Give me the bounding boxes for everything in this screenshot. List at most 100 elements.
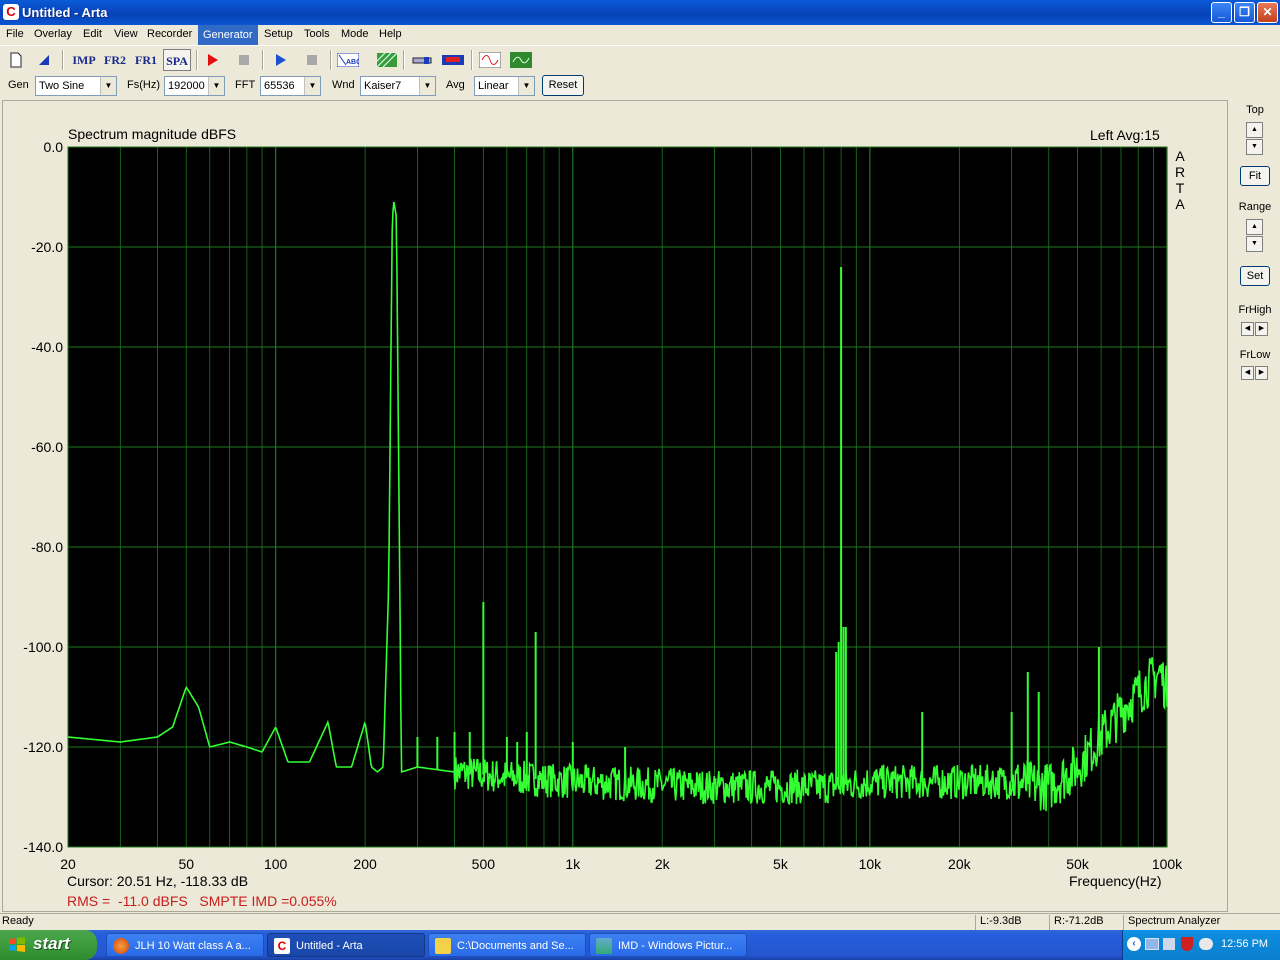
fr1-mode-button[interactable]: FR1: [132, 49, 160, 71]
chevron-down-icon[interactable]: ▼: [518, 77, 534, 95]
fit-button[interactable]: Fit: [1240, 166, 1270, 186]
generator-play-icon[interactable]: [269, 49, 293, 71]
generator-stop-icon[interactable]: [300, 49, 324, 71]
sine-scope-icon[interactable]: [478, 49, 502, 71]
folder-icon: [435, 938, 451, 954]
green-hatch-icon[interactable]: [370, 49, 399, 71]
abc-marker-icon[interactable]: ABC: [336, 49, 361, 71]
menu-view[interactable]: View: [112, 28, 140, 40]
windows-logo-icon: [9, 937, 25, 952]
set-button[interactable]: Set: [1240, 266, 1270, 286]
taskbar: start JLH 10 Watt class A a... C Untitle…: [0, 930, 1280, 960]
status-left-level: L:-9.3dB: [975, 915, 1047, 930]
close-button[interactable]: ✕: [1257, 2, 1278, 23]
fft-select[interactable]: 65536 ▼: [260, 76, 321, 96]
spa-mode-button[interactable]: SPA: [163, 49, 191, 71]
minimize-button[interactable]: _: [1211, 2, 1232, 23]
plot-area: [67, 146, 1168, 848]
new-file-icon[interactable]: [4, 49, 28, 71]
menu-file[interactable]: File: [4, 28, 26, 40]
volume-icon[interactable]: [1163, 938, 1175, 950]
chevron-down-icon[interactable]: ▼: [304, 77, 320, 95]
fs-label: Fs(Hz): [127, 79, 160, 91]
status-bar: Ready L:-9.3dB R:-71.2dB Spectrum Analyz…: [0, 913, 1280, 930]
task-arta[interactable]: C Untitled - Arta: [267, 933, 425, 957]
status-mode: Spectrum Analyzer: [1123, 915, 1273, 930]
arta-window: C Untitled - Arta _ ❐ ✕ File Overlay Edi…: [0, 0, 1280, 930]
menu-tools[interactable]: Tools: [302, 28, 332, 40]
toolbar-separator: [403, 50, 405, 70]
wnd-select[interactable]: Kaiser7 ▼: [360, 76, 436, 96]
y-tick-label: -60.0: [31, 439, 63, 455]
chevron-down-icon[interactable]: ▼: [208, 77, 224, 95]
frlow-right-arrow-icon[interactable]: ▶: [1255, 366, 1268, 380]
menu-generator[interactable]: Generator: [198, 25, 258, 45]
open-file-icon[interactable]: [32, 49, 56, 71]
y-tick-label: 0.0: [44, 139, 64, 155]
svg-text:ABC: ABC: [346, 59, 359, 66]
fr2-mode-button[interactable]: FR2: [101, 49, 129, 71]
top-up-arrow-icon[interactable]: ▲: [1246, 122, 1263, 138]
chevron-left-icon[interactable]: ‹: [1127, 937, 1141, 951]
plot-panel: Spectrum magnitude dBFS Left Avg:15 Curs…: [2, 100, 1228, 912]
x-tick-label: 50: [178, 856, 194, 872]
status-right-level: R:-71.2dB: [1049, 915, 1121, 930]
meter-icon[interactable]: [441, 49, 465, 71]
network-icon[interactable]: [1145, 938, 1159, 950]
record-stop-icon[interactable]: [232, 49, 256, 71]
chevron-down-icon[interactable]: ▼: [419, 77, 435, 95]
menu-overlay[interactable]: Overlay: [32, 28, 74, 40]
top-label: Top: [1246, 104, 1264, 116]
top-down-arrow-icon[interactable]: ▼: [1246, 139, 1263, 155]
x-tick-label: 10k: [859, 856, 883, 872]
window-title: Untitled - Arta: [22, 5, 108, 20]
start-button[interactable]: start: [0, 930, 97, 960]
arta-icon: C: [274, 938, 290, 954]
menu-recorder[interactable]: Recorder: [145, 28, 194, 40]
green-scope-icon[interactable]: [509, 49, 533, 71]
frhigh-label: FrHigh: [1238, 304, 1272, 316]
record-play-icon[interactable]: [201, 49, 225, 71]
toolbar: IMP FR2 FR1 SPA ABC: [0, 45, 1280, 72]
menu-mode[interactable]: Mode: [339, 28, 371, 40]
y-tick-label: -120.0: [23, 739, 63, 755]
x-tick-label: 50k: [1066, 856, 1090, 872]
fft-label: FFT: [235, 79, 256, 91]
gen-select[interactable]: Two Sine ▼: [35, 76, 117, 96]
fs-select[interactable]: 192000 ▼: [164, 76, 225, 96]
menu-setup[interactable]: Setup: [262, 28, 295, 40]
frhigh-left-arrow-icon[interactable]: ◀: [1241, 322, 1254, 336]
toolbar-separator: [62, 50, 64, 70]
gauge-icon[interactable]: [410, 49, 434, 71]
task-firefox[interactable]: JLH 10 Watt class A a...: [106, 933, 264, 957]
spectrum-chart[interactable]: 0.0 -20.0 -40.0 -60.0 -80.0 -100.0 -120.0 -140.…: [3, 101, 1225, 909]
y-tick-label: -80.0: [31, 539, 63, 555]
status-ready: Ready: [2, 915, 34, 927]
menu-help[interactable]: Help: [377, 28, 404, 40]
task-explorer[interactable]: C:\Documents and Se...: [428, 933, 586, 957]
impulse-mode-button[interactable]: IMP: [70, 49, 98, 71]
disk-icon[interactable]: [1199, 938, 1213, 950]
reset-button[interactable]: Reset: [542, 75, 584, 96]
title-bar[interactable]: C Untitled - Arta _ ❐ ✕: [0, 0, 1280, 25]
shield-icon[interactable]: [1181, 937, 1193, 951]
clock: 12:56 PM: [1221, 938, 1269, 950]
chevron-down-icon[interactable]: ▼: [100, 77, 116, 95]
frlow-left-arrow-icon[interactable]: ◀: [1241, 366, 1254, 380]
avg-label: Avg: [446, 79, 465, 91]
x-tick-label: 20: [60, 856, 76, 872]
range-up-arrow-icon[interactable]: ▲: [1246, 219, 1263, 235]
avg-select[interactable]: Linear ▼: [474, 76, 535, 96]
menu-bar: File Overlay Edit View Recorder Generato…: [0, 25, 1280, 45]
arta-app-icon[interactable]: C: [3, 4, 19, 20]
range-down-arrow-icon[interactable]: ▼: [1246, 236, 1263, 252]
menu-edit[interactable]: Edit: [81, 28, 104, 40]
wnd-label: Wnd: [332, 79, 355, 91]
maximize-button[interactable]: ❐: [1234, 2, 1255, 23]
task-label: JLH 10 Watt class A a...: [135, 940, 251, 952]
x-tick-label: 2k: [655, 856, 671, 872]
start-label: start: [33, 934, 70, 953]
task-picture-viewer[interactable]: IMD - Windows Pictur...: [589, 933, 747, 957]
frhigh-right-arrow-icon[interactable]: ▶: [1255, 322, 1268, 336]
y-tick-label: -20.0: [31, 239, 63, 255]
